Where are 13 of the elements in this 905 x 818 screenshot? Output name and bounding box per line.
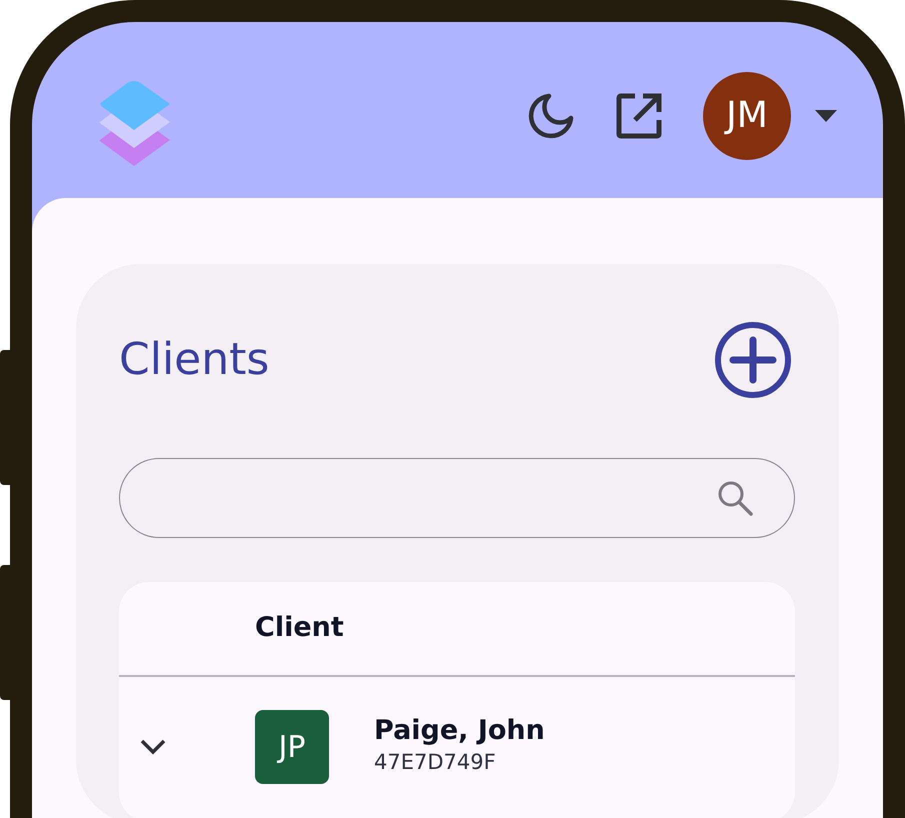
- column-header: Client: [255, 611, 344, 646]
- client-id: 47E7D749F: [374, 749, 497, 776]
- add-icon[interactable]: [713, 320, 793, 400]
- search-field[interactable]: [119, 458, 795, 538]
- search-icon[interactable]: [716, 479, 754, 517]
- chevron-down-icon[interactable]: [139, 738, 167, 756]
- moon-icon[interactable]: [527, 92, 575, 140]
- user-avatar[interactable]: JM: [703, 72, 791, 160]
- page-title: Clients: [119, 334, 270, 386]
- external-link-icon[interactable]: [615, 92, 663, 140]
- client-avatar: JP: [255, 710, 329, 784]
- client-name[interactable]: Paige, John: [374, 715, 545, 748]
- caret-icon[interactable]: [815, 110, 837, 122]
